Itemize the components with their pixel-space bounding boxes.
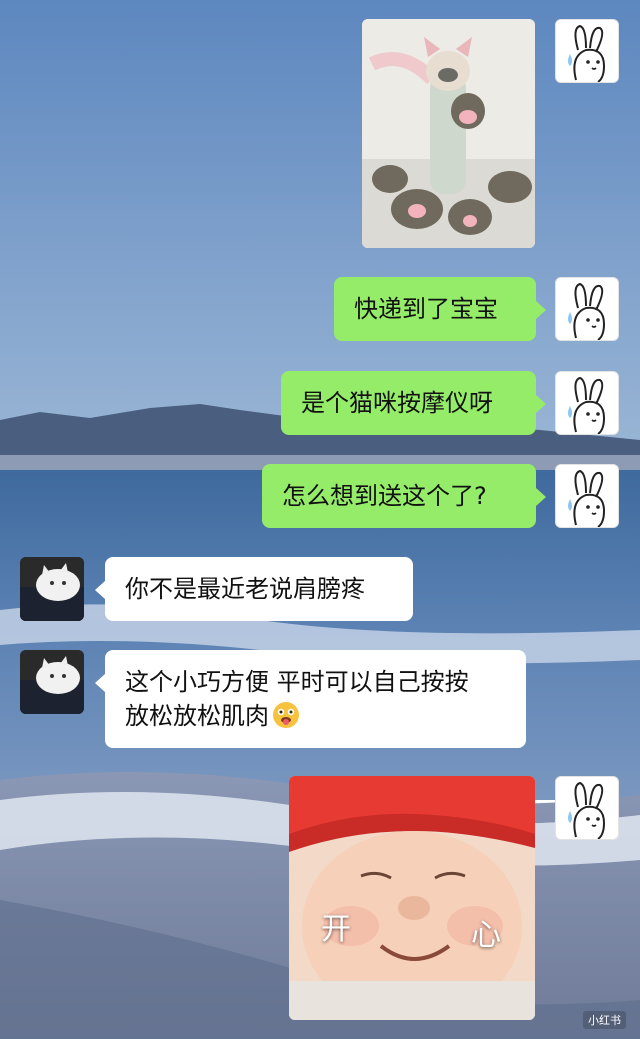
message-bubble-sent[interactable]: 是个猫咪按摩仪呀 <box>281 371 546 435</box>
baby-sticker-image <box>289 776 535 1020</box>
white-cat-icon <box>20 557 84 621</box>
message-text: 是个猫咪按摩仪呀 <box>301 389 493 417</box>
message-text: 怎么想到送这个了? <box>282 482 487 510</box>
message-text-line1: 这个小巧方便 平时可以自己按按 <box>125 668 469 696</box>
bunny-sweat-icon <box>568 24 606 82</box>
bunny-sweat-icon <box>568 469 606 527</box>
white-cat-icon <box>20 650 84 714</box>
message-bubble-sent[interactable]: 快递到了宝宝 <box>334 277 546 341</box>
self-avatar[interactable] <box>555 776 619 840</box>
massager-image <box>362 19 535 248</box>
message-bubble-sent[interactable]: 怎么想到送这个了? <box>262 464 546 528</box>
message-bubble-received[interactable]: 这个小巧方便 平时可以自己按按 放松放松肌肉 <box>95 650 526 748</box>
message-text: 快递到了宝宝 <box>354 295 498 323</box>
other-avatar[interactable] <box>20 557 84 621</box>
message-text-line2: 放松放松肌肉 <box>125 699 506 733</box>
message-text: 放松放松肌肉 <box>125 702 269 730</box>
happy-baby-sticker[interactable]: 开 心 <box>289 776 535 1020</box>
bunny-sweat-icon <box>568 282 606 340</box>
bunny-sweat-icon <box>568 781 606 839</box>
sticker-text-left: 开 <box>321 912 351 947</box>
tongue-out-emoji-icon <box>273 702 299 728</box>
self-avatar[interactable] <box>555 19 619 83</box>
self-avatar[interactable] <box>555 371 619 435</box>
cat-paw-massager-photo[interactable] <box>362 19 535 248</box>
other-avatar[interactable] <box>20 650 84 714</box>
bunny-sweat-icon <box>568 376 606 434</box>
message-text: 你不是最近老说肩膀疼 <box>125 575 365 603</box>
message-bubble-received[interactable]: 你不是最近老说肩膀疼 <box>95 557 413 621</box>
watermark: 小红书 <box>583 1011 626 1029</box>
self-avatar[interactable] <box>555 277 619 341</box>
sticker-text-right: 心 <box>471 918 501 953</box>
self-avatar[interactable] <box>555 464 619 528</box>
